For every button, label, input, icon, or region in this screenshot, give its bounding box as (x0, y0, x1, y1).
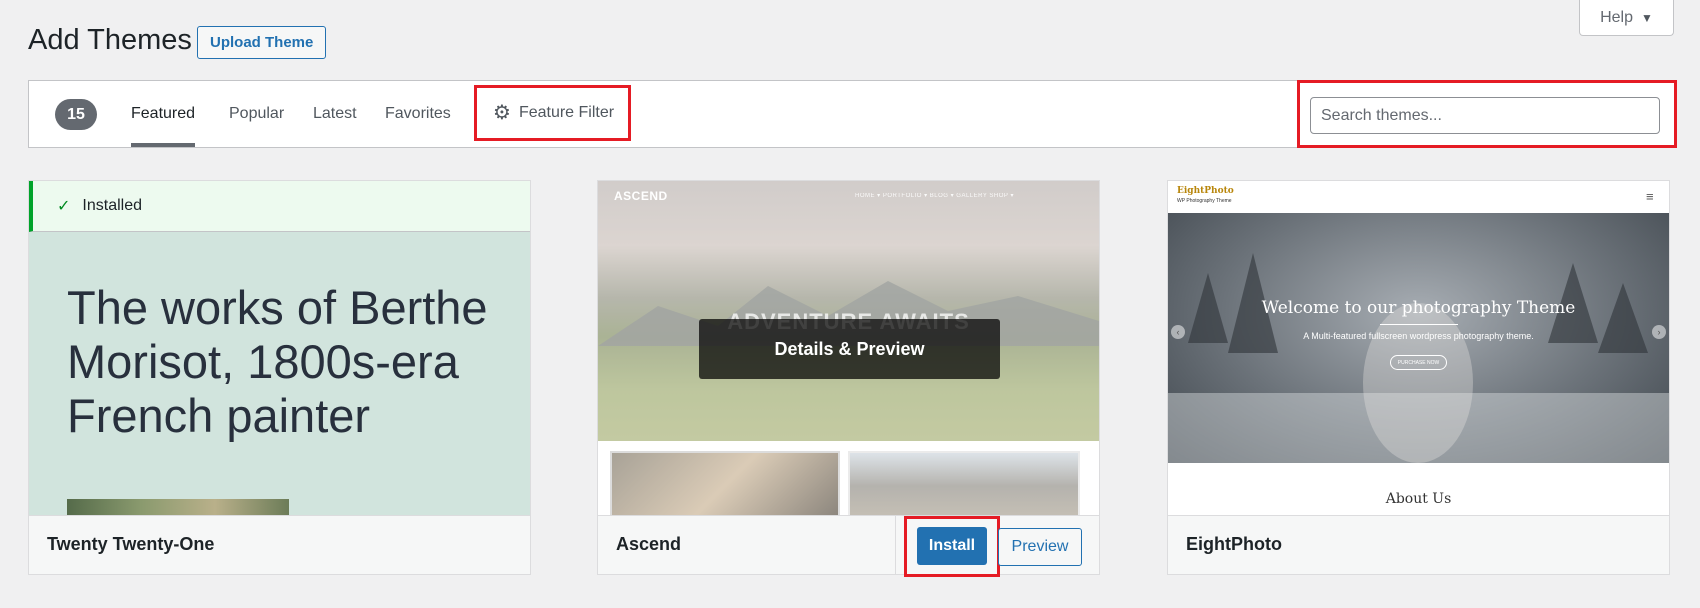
theme-name: EightPhoto (1186, 534, 1282, 554)
arrow-left-icon: ‹ (1171, 325, 1185, 339)
installed-label: Installed (82, 197, 142, 214)
screenshot-hero-subtitle: A Multi-featured fullscreen wordpress ph… (1303, 331, 1534, 341)
screenshot-tagline: WP Photography Theme (1177, 198, 1232, 204)
screenshot-headline: The works of Berthe Morisot, 1800s-era F… (67, 281, 488, 442)
theme-count-badge: 15 (55, 99, 97, 130)
theme-name: Twenty Twenty-One (47, 534, 215, 554)
arrow-right-icon: › (1652, 325, 1666, 339)
feature-filter-button[interactable]: ⚙ Feature Filter (474, 85, 632, 141)
screenshot-section-title: About Us (1385, 491, 1452, 507)
tab-popular[interactable]: Popular (229, 81, 284, 147)
theme-screenshot[interactable]: EightPhoto WP Photography Theme ≡ Welcom… (1168, 181, 1669, 515)
divider (895, 516, 896, 575)
search-highlight (1297, 80, 1677, 148)
tab-latest[interactable]: Latest (313, 81, 357, 147)
divider (1380, 324, 1458, 325)
screenshot-header: EightPhoto WP Photography Theme ≡ (1168, 181, 1669, 213)
install-button[interactable]: Install (917, 527, 987, 565)
help-label: Help (1600, 8, 1633, 26)
help-tab[interactable]: Help ▼ (1579, 0, 1674, 36)
feature-filter-label: Feature Filter (518, 104, 615, 121)
theme-card-ascend[interactable]: ASCEND HOME ▾ PORTFOLIO ▾ BLOG ▾ GALLERY… (597, 180, 1100, 577)
tab-favorites[interactable]: Favorites (385, 81, 451, 147)
theme-card-twenty-twenty-one[interactable]: ✓ Installed The works of Berthe Morisot,… (28, 180, 531, 575)
hamburger-icon: ≡ (1646, 189, 1654, 204)
installed-notice: ✓ Installed (29, 181, 530, 232)
screenshot-hero-title: Welcome to our photography Theme (1261, 298, 1576, 318)
preview-button[interactable]: Preview (998, 528, 1082, 566)
screenshot-hero-button: PURCHASE NOW (1390, 355, 1447, 370)
theme-footer: Ascend Install Preview (598, 515, 1099, 577)
theme-screenshot[interactable]: ASCEND HOME ▾ PORTFOLIO ▾ BLOG ▾ GALLERY… (598, 181, 1099, 515)
checkmark-icon: ✓ (57, 198, 71, 215)
theme-footer: EightPhoto (1168, 515, 1669, 574)
caret-down-icon: ▼ (1641, 10, 1653, 25)
details-preview-button[interactable]: Details & Preview (699, 319, 1000, 379)
theme-card-eightphoto[interactable]: EightPhoto WP Photography Theme ≡ Welcom… (1167, 180, 1670, 575)
theme-screenshot[interactable]: ✓ Installed The works of Berthe Morisot,… (29, 181, 530, 515)
page-title: Add Themes (28, 24, 192, 56)
install-highlight: Install (904, 516, 1000, 577)
upload-theme-button[interactable]: Upload Theme (197, 26, 327, 59)
theme-footer: Twenty Twenty-One (29, 515, 530, 574)
tab-featured[interactable]: Featured (131, 81, 196, 147)
theme-filter-bar: 15 Featured Popular Latest Favorites ⚙ F… (28, 80, 1677, 148)
screenshot-photo (67, 499, 289, 515)
screenshot-hero: Welcome to our photography Theme A Multi… (1168, 213, 1669, 463)
gear-icon: ⚙ (493, 102, 511, 124)
theme-name: Ascend (616, 534, 682, 554)
screenshot-logo: EightPhoto (1177, 186, 1234, 196)
search-themes-input[interactable] (1310, 97, 1660, 134)
